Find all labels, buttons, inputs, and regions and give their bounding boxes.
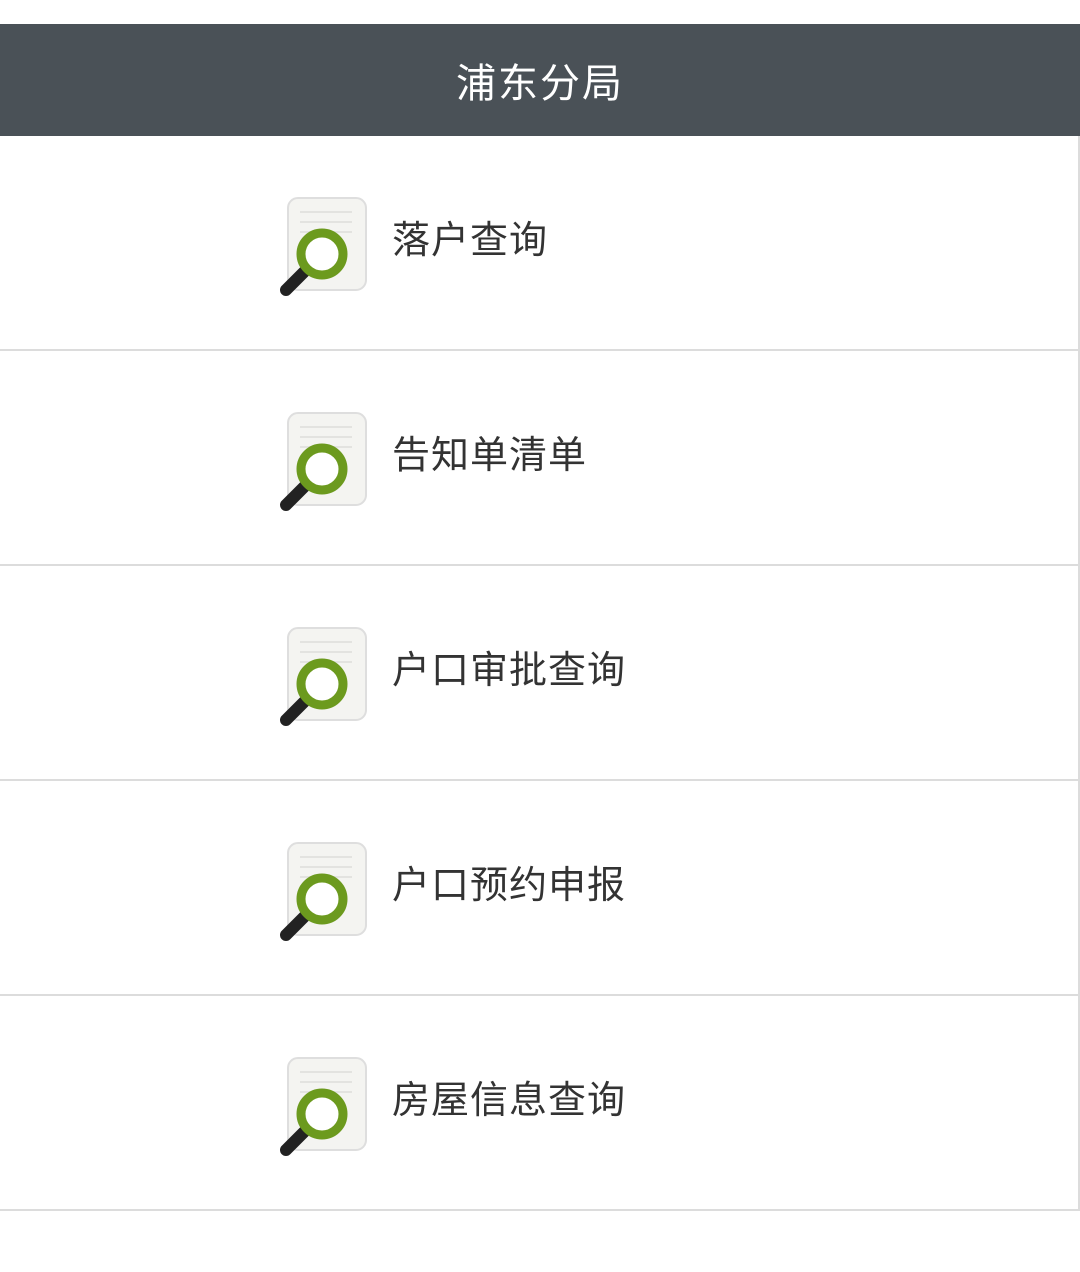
page-title: 浦东分局 [456, 61, 624, 107]
menu-item-label: 告知单清单 [392, 433, 588, 477]
menu-item-label: 落户查询 [392, 218, 549, 262]
page-header: 浦东分局 [0, 24, 1080, 136]
menu-item-housing-info-query[interactable]: 房屋信息查询 [0, 996, 1080, 1211]
document-search-icon [280, 409, 372, 511]
document-search-icon [280, 624, 372, 726]
menu-item-settlement-query[interactable]: 落户查询 [0, 136, 1080, 351]
document-search-icon [280, 839, 372, 941]
menu-item-label: 户口预约申报 [392, 863, 627, 907]
document-search-icon [280, 194, 372, 296]
menu-item-label: 户口审批查询 [392, 648, 627, 692]
service-menu: 落户查询 告知单清单 户口审批查询 户口预约申报 房屋信息查询 [0, 136, 1080, 1211]
menu-item-label: 房屋信息查询 [392, 1078, 627, 1122]
menu-item-hukou-approval-query[interactable]: 户口审批查询 [0, 566, 1080, 781]
document-search-icon [280, 1054, 372, 1156]
menu-item-hukou-appointment[interactable]: 户口预约申报 [0, 781, 1080, 996]
menu-item-notice-list[interactable]: 告知单清单 [0, 351, 1080, 566]
